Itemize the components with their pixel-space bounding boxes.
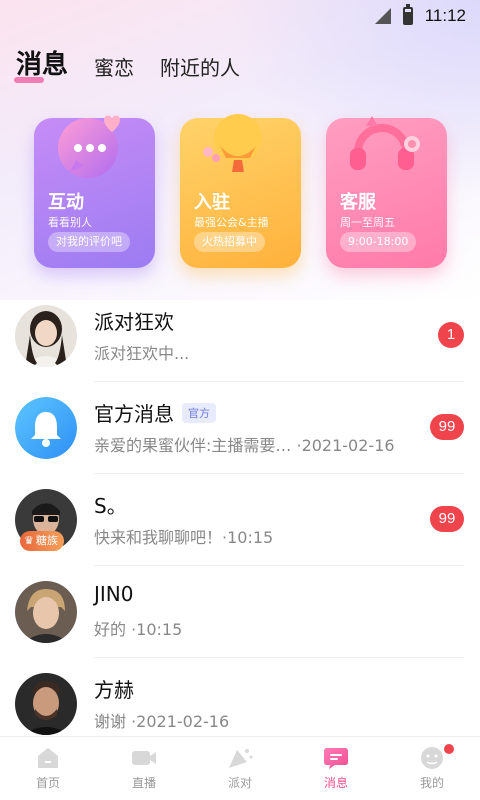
name-text: S。 [94,494,127,518]
card-customer-service[interactable]: 客服 周一至周五 9:00-18:00 [326,116,447,268]
message-name: 方赫 [94,674,134,703]
balloon-icon [203,114,262,172]
card-title: 互动 [48,192,84,213]
battery-icon [402,4,413,25]
headphones-icon [350,116,420,170]
party-icon [229,749,253,768]
signal-icon [374,8,391,24]
nav-label: 首页 [35,776,60,790]
notification-dot [444,744,454,754]
tab-label: 附近的人 [160,56,241,80]
profile-icon [421,747,443,769]
card-interaction[interactable]: 互动 看看别人 对我的评价吧 [34,115,155,268]
card-join[interactable]: 入驻 最强公会&主播 火热招募中 [180,114,301,268]
list-item-official[interactable]: 官方消息 官方 亲爱的果蜜伙伴:主播需要… ·2021-02-16 99 [0,382,480,474]
nav-messages[interactable]: 消息 [288,746,384,791]
name-text: 方赫 [94,678,134,702]
fan-badge: ♛ 糖族 [20,531,64,551]
status-bar: 11:12 [0,0,480,32]
avatar [15,305,77,367]
crown-icon: ♛ [24,534,34,547]
list-item-s[interactable]: ♛ 糖族 S。 快来和我聊聊吧！·10:15 99 [0,474,480,566]
tab-nearby[interactable]: 附近的人 [160,52,240,81]
avatar [15,581,77,643]
list-item-jin0[interactable]: JIN0 好的 ·10:15 [0,566,480,658]
message-name: S。 [94,490,127,519]
nav-live[interactable]: 直播 [96,746,192,791]
nav-label: 直播 [131,776,156,790]
message-preview: 好的 ·10:15 [94,620,183,639]
nav-home[interactable]: 首页 [0,746,96,791]
card-title: 客服 [340,192,376,213]
nav-label: 我的 [419,776,444,790]
avatar [15,673,77,735]
tab-love[interactable]: 蜜恋 [94,52,134,81]
message-preview: 亲爱的果蜜伙伴:主播需要… ·2021-02-16 [94,436,395,455]
name-text: 派对狂欢 [94,310,174,334]
card-subtitle: 周一至周五 [340,216,395,229]
message-icon [324,748,348,769]
name-text: JIN0 [94,582,134,606]
message-preview: 谢谢 ·2021-02-16 [94,712,230,731]
video-icon [132,751,156,765]
nav-label: 派对 [227,776,252,790]
avatar [15,397,77,459]
top-tabs: 消息 蜜恋 附近的人 [14,44,240,83]
card-pill: 对我的评价吧 [48,232,130,252]
card-subtitle: 看看别人 [48,216,92,229]
official-tag: 官方 [182,402,216,423]
message-name: 派对狂欢 [94,306,174,335]
tab-messages[interactable]: 消息 [14,44,69,83]
card-title: 入驻 [194,192,230,213]
tab-label: 消息 [16,50,69,80]
message-preview: 派对狂欢中... [94,344,190,363]
unread-badge: 1 [438,322,464,348]
message-list: 派对狂欢 派对狂欢中... 1 官方消息 官方 亲爱的果蜜伙伴:主播需要… ·2… [0,290,480,750]
status-time: 11:12 [424,6,466,25]
unread-badge: 99 [430,506,464,532]
message-name: JIN0 [94,582,133,606]
chat-bubble-icon [58,115,120,178]
list-item-party[interactable]: 派对狂欢 派对狂欢中... 1 [0,290,480,382]
message-name: 官方消息 官方 [94,398,216,427]
card-pill: 9:00-18:00 [340,232,417,252]
feature-cards: 互动 看看别人 对我的评价吧 入驻 最强公会&主播 火热招募中 客服 周一至周五… [34,114,447,268]
card-subtitle: 最强公会&主播 [194,216,269,229]
home-icon [38,748,58,768]
unread-badge: 99 [430,414,464,440]
name-text: 官方消息 [94,402,174,426]
bottom-nav: 首页 直播 派对 消息 我的 [0,736,480,800]
nav-profile[interactable]: 我的 [384,744,480,791]
fan-badge-label: 糖族 [35,534,58,547]
message-preview: 快来和我聊聊吧！·10:15 [94,528,274,547]
card-pill: 火热招募中 [194,232,265,252]
tab-label: 蜜恋 [94,56,135,80]
nav-party[interactable]: 派对 [192,746,288,791]
nav-label: 消息 [323,776,348,790]
